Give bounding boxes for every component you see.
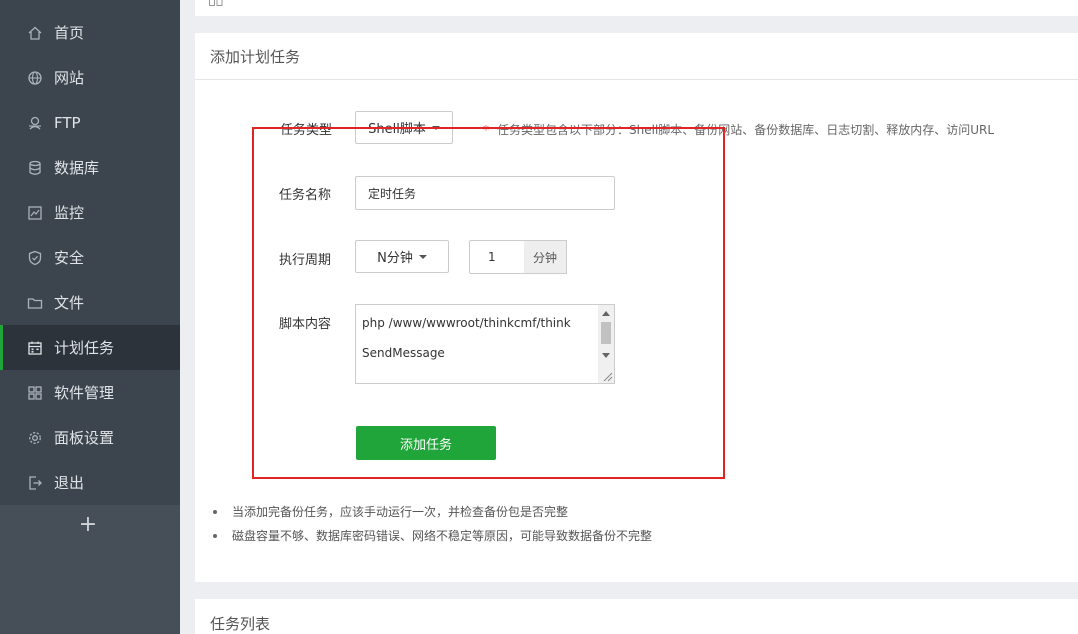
cycle-select[interactable]: N分钟 xyxy=(355,240,449,273)
script-textarea[interactable]: php /www/wwwroot/thinkcmf/think SendMess… xyxy=(355,304,615,384)
home-icon xyxy=(26,24,44,42)
sidebar-item-monitor[interactable]: 监控 xyxy=(0,190,180,235)
task-name-value: 定时任务 xyxy=(368,186,417,201)
previous-panel-edge xyxy=(195,0,1078,16)
scrollbar-thumb[interactable] xyxy=(601,322,611,344)
minutes-value: 1 xyxy=(488,250,496,264)
gear-icon xyxy=(26,429,44,447)
globe-icon xyxy=(26,69,44,87)
script-line: SendMessage xyxy=(362,346,445,360)
cycle-value: N分钟 xyxy=(377,251,413,266)
chevron-down-icon xyxy=(431,125,440,130)
task-name-input[interactable]: 定时任务 xyxy=(355,176,615,210)
sidebar-item-website[interactable]: 网站 xyxy=(0,55,180,100)
script-line: php /www/wwwroot/thinkcmf/think xyxy=(362,316,571,330)
sidebar-item-software[interactable]: 软件管理 xyxy=(0,370,180,415)
task-type-hint-text: 任务类型包含以下部分：Shell脚本、备份网站、备份数据库、日志切割、释放内存、… xyxy=(497,123,995,137)
task-type-label: 任务类型 xyxy=(280,123,333,138)
task-name-label: 任务名称 xyxy=(279,188,332,203)
divider xyxy=(195,79,1078,80)
script-label: 脚本内容 xyxy=(279,317,332,332)
sidebar-nav: 首页 网站 FTP 数据库 监控 安全 文件 计划任务 软件管理 面板设置 退出 xyxy=(0,10,180,505)
sidebar-item-label: 软件管理 xyxy=(54,384,115,402)
sidebar-item-label: 退出 xyxy=(54,474,85,492)
required-star: * xyxy=(483,123,489,137)
task-list-title: 任务列表 xyxy=(210,615,271,633)
sidebar-item-label: 安全 xyxy=(54,249,85,267)
cycle-label: 执行周期 xyxy=(279,253,332,268)
logout-icon xyxy=(26,474,44,492)
task-type-select[interactable]: Shell脚本 xyxy=(355,111,453,144)
sidebar-item-label: 数据库 xyxy=(54,159,100,177)
sidebar-item-label: 首页 xyxy=(54,24,85,42)
calendar-icon xyxy=(26,339,44,357)
add-task-button[interactable]: 添加任务 xyxy=(356,426,496,460)
folder-icon xyxy=(26,294,44,312)
sidebar-item-security[interactable]: 安全 xyxy=(0,235,180,280)
task-type-hint: * 任务类型包含以下部分：Shell脚本、备份网站、备份数据库、日志切割、释放内存… xyxy=(483,121,994,138)
sidebar-item-label: 文件 xyxy=(54,294,85,312)
sidebar-item-files[interactable]: 文件 xyxy=(0,280,180,325)
tip-item: 磁盘容量不够、数据库密码错误、网络不稳定等原因，可能导致数据备份不完整 xyxy=(212,524,652,548)
task-list-panel: 任务列表 xyxy=(195,599,1078,634)
task-type-value: Shell脚本 xyxy=(368,122,426,137)
grid-icon xyxy=(26,384,44,402)
sidebar-item-home[interactable]: 首页 xyxy=(0,10,180,55)
ftp-icon xyxy=(26,114,44,132)
grid-icon xyxy=(209,0,223,6)
sidebar-item-label: 监控 xyxy=(54,204,85,222)
add-cron-panel: 添加计划任务 任务类型 Shell脚本 * 任务类型包含以下部分：Shell脚本、… xyxy=(195,33,1078,582)
shield-icon xyxy=(26,249,44,267)
sidebar-item-label: 网站 xyxy=(54,69,85,87)
add-shortcut-button[interactable]: + xyxy=(78,512,98,538)
sidebar-item-label: 计划任务 xyxy=(54,339,115,357)
monitor-icon xyxy=(26,204,44,222)
sidebar-item-label: FTP xyxy=(54,113,81,132)
sidebar-item-database[interactable]: 数据库 xyxy=(0,145,180,190)
sidebar-item-cron[interactable]: 计划任务 xyxy=(0,325,180,370)
sidebar: 首页 网站 FTP 数据库 监控 安全 文件 计划任务 软件管理 面板设置 退出… xyxy=(0,0,180,634)
sidebar-item-ftp[interactable]: FTP xyxy=(0,100,180,145)
scroll-up-arrow-icon[interactable] xyxy=(602,311,610,316)
sidebar-item-logout[interactable]: 退出 xyxy=(0,460,180,505)
minutes-input[interactable]: 1 xyxy=(469,240,525,274)
chevron-down-icon xyxy=(418,254,427,259)
database-icon xyxy=(26,159,44,177)
sidebar-item-label: 面板设置 xyxy=(54,429,115,447)
panel-title: 添加计划任务 xyxy=(210,48,301,66)
resize-grip-icon[interactable] xyxy=(601,370,613,382)
tips-list: 当添加完备份任务，应该手动运行一次，并检查备份包是否完整 磁盘容量不够、数据库密… xyxy=(212,500,652,548)
minutes-unit: 分钟 xyxy=(524,240,567,274)
sidebar-item-settings[interactable]: 面板设置 xyxy=(0,415,180,460)
scroll-down-arrow-icon[interactable] xyxy=(602,353,610,358)
tip-item: 当添加完备份任务，应该手动运行一次，并检查备份包是否完整 xyxy=(212,500,652,524)
